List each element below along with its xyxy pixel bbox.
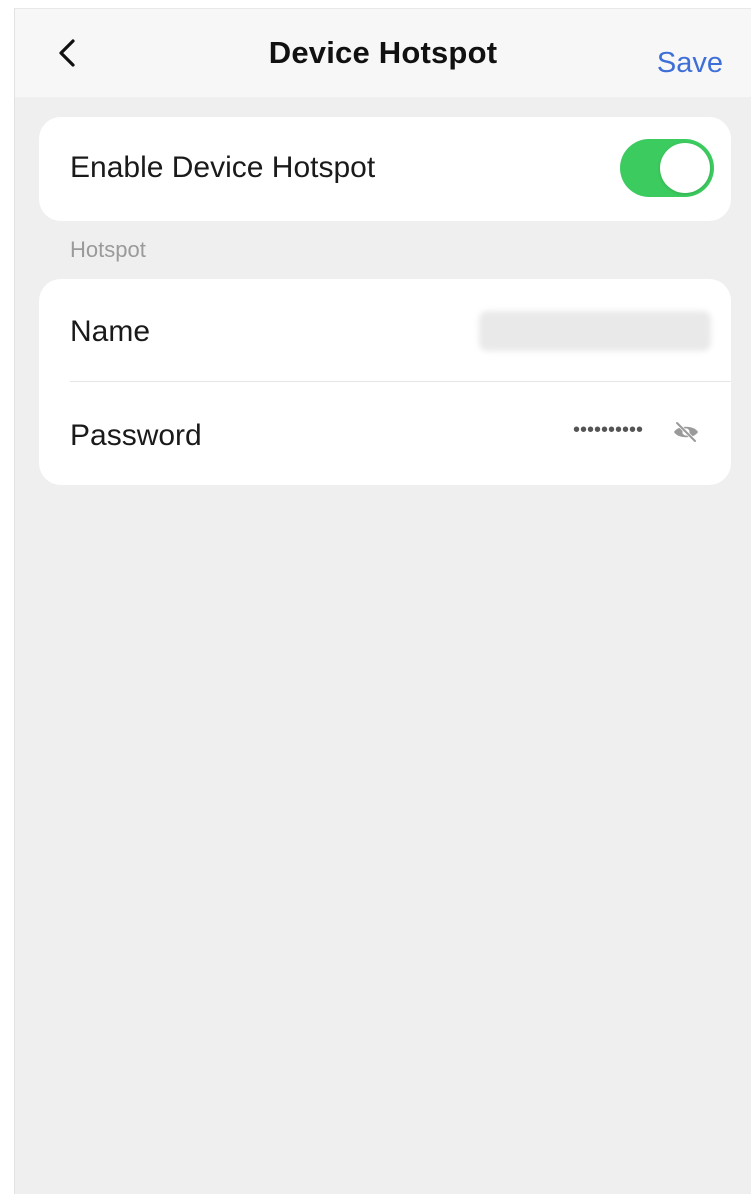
password-visibility-toggle[interactable] — [671, 419, 701, 445]
enable-hotspot-label: Enable Device Hotspot — [70, 151, 376, 184]
name-value — [479, 311, 711, 351]
page-title: Device Hotspot — [268, 35, 498, 70]
divider — [70, 381, 731, 382]
password-label: Password — [70, 419, 202, 452]
section-header-hotspot: Hotspot — [70, 237, 146, 262]
hotspot-settings-card: Name Password •••••••••• — [39, 279, 731, 485]
screen: Device Hotspot Save Enable Device Hotspo… — [14, 8, 751, 1194]
save-button[interactable]: Save — [657, 47, 723, 80]
name-value-blurred[interactable] — [479, 311, 711, 351]
password-value[interactable]: •••••••••• — [573, 419, 643, 442]
name-label: Name — [70, 315, 151, 348]
enable-hotspot-card: Enable Device Hotspot — [39, 117, 731, 221]
enable-hotspot-toggle[interactable] — [620, 139, 714, 197]
toggle-knob — [660, 143, 710, 193]
eye-off-icon — [674, 421, 698, 443]
navigation-bar: Device Hotspot Save — [15, 9, 751, 97]
